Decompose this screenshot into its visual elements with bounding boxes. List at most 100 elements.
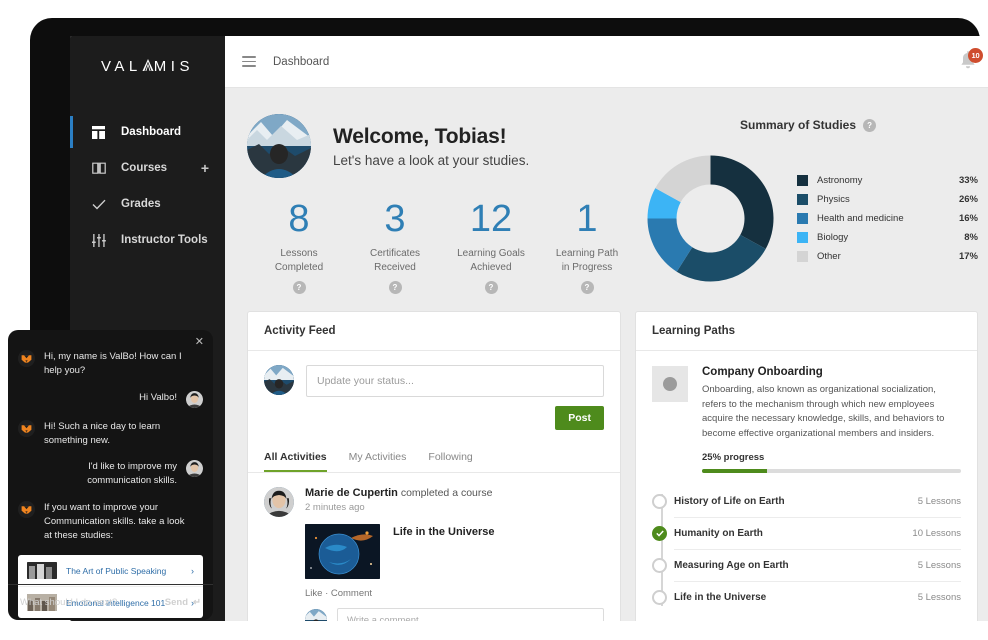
donut-slice[interactable] [676,234,766,282]
breadcrumb: Dashboard [273,55,330,68]
chat-message-text: Hi! Such a nice day to learn something n… [44,420,161,446]
tab-my-activities[interactable]: My Activities [349,442,407,472]
post-timestamp: 2 minutes ago [305,502,365,513]
donut-slice[interactable] [710,155,774,249]
legend-item: Biology 8% [797,228,978,247]
notifications-button[interactable]: 10 [958,47,983,74]
learning-paths-card: Learning Paths Company Onboarding Onboar… [635,311,978,621]
chat-message-bot: Hi! Such a nice day to learn something n… [18,419,203,449]
legend-value: 16% [958,213,978,224]
chat-suggestion-item[interactable]: The Art of Public Speaking › [18,555,203,586]
learning-path-step[interactable]: Humanity on Earth 10 Lessons [652,518,961,550]
close-icon[interactable]: ✕ [195,337,204,348]
stat-value: 12 [469,198,513,240]
stat-learning-path-in-progress: 1 Learning Path in Progress ? [539,200,635,295]
chat-message-bot: Hi, my name is ValBo! How can I help you… [18,350,203,379]
help-icon[interactable]: ? [292,281,306,294]
avatar [186,460,203,477]
tab-following[interactable]: Following [428,442,472,472]
stat-label: Learning Path in Progress [539,247,635,274]
send-button[interactable]: Send ↵ [160,597,201,608]
sidebar-item-grades[interactable]: Grades [70,186,225,222]
avatar [305,609,327,621]
comment-composer: Write a comment [305,608,604,621]
legend-label: Other [817,251,841,262]
legend-value: 26% [958,194,978,205]
post-actions[interactable]: Like · Comment [305,588,604,599]
legend-value: 8% [964,232,978,243]
post-button[interactable]: Post [555,406,604,430]
app-logo: VAL MIS [70,36,225,88]
learning-path-step[interactable]: Life in the Universe 5 Lessons [652,582,961,614]
hero-left: Welcome, Tobias! Let's have a look at yo… [247,114,638,295]
add-course-button[interactable]: + [201,161,209,175]
stat-label-line2: Completed [274,261,324,273]
learning-path-step[interactable]: History of Life on Earth 5 Lessons [652,486,961,518]
sidebar-item-instructor-tools[interactable]: Instructor Tools [70,222,225,258]
legend-item: Health and medicine 16% [797,209,978,228]
legend-item: Physics 26% [797,190,978,209]
stat-value: 3 [384,198,406,240]
stat-lessons-completed: 8 Lessons Completed ? [251,200,347,295]
chat-input[interactable]: What should I do next? [20,597,160,608]
help-icon[interactable]: ? [580,281,594,294]
stats-row: 8 Lessons Completed ? 3 Certificates Rec… [247,200,638,295]
step-lessons: 5 Lessons [917,495,961,507]
hamburger-icon[interactable] [242,53,256,70]
learning-path-name: Company Onboarding [702,366,823,378]
learning-path-step[interactable]: Measuring Age on Earth 5 Lessons [652,550,961,582]
post-body: Marie de Cupertin completed a course 2 m… [305,487,604,621]
learning-path-thumbnail [652,366,688,402]
stat-label-line1: Lessons [280,248,318,259]
stat-value: 8 [288,198,310,240]
sidebar-item-label: Courses [121,162,168,174]
summary-of-studies-widget: Summary of Studies ? Astronomy 33% Physics… [638,114,978,295]
comment-input[interactable]: Write a comment [337,608,604,621]
chat-widget: ✕ Hi, my name is ValBo! How can I help y… [8,330,213,620]
status-input[interactable]: Update your status... [306,365,604,397]
book-icon [92,160,110,176]
placeholder-dot-icon [663,377,677,391]
stat-label: Lessons Completed [251,247,347,274]
learning-path-body: Company Onboarding Onboarding, also know… [636,351,977,621]
chat-input-bar: What should I do next? Send ↵ [8,584,213,620]
legend-item: Other 17% [797,247,978,266]
learning-paths-title: Learning Paths [636,312,977,351]
chat-message-user: I'd like to improve my communication ski… [18,460,203,489]
status-composer: Update your status... [248,351,620,397]
sidebar-item-dashboard[interactable]: Dashboard [70,114,225,150]
logo-text-part2: MIS [153,57,194,75]
stat-label-line2: Received [374,261,416,273]
chat-messages: Hi, my name is ValBo! How can I help you… [8,330,213,543]
tab-all-activities[interactable]: All Activities [264,442,327,472]
step-completed-check-icon [652,525,667,541]
help-icon[interactable]: ? [863,118,877,132]
legend-swatch [797,213,808,224]
step-name: History of Life on Earth [674,495,785,507]
post-meta: Marie de Cupertin completed a course [305,487,604,499]
activity-post: Marie de Cupertin completed a course 2 m… [248,473,620,621]
chat-message-text: If you want to improve your Communicatio… [44,501,185,542]
legend-label: Health and medicine [817,213,904,224]
notification-badge: 10 [968,47,983,63]
sidebar-item-courses[interactable]: Courses + [70,150,225,186]
progress-label: 25% progress [702,451,765,463]
sliders-icon [92,232,110,248]
stat-label: Learning Goals Achieved [443,247,539,274]
stat-certificates-received: 3 Certificates Received ? [347,200,443,295]
stat-label-line2: in Progress [561,261,613,273]
learning-path-steps: History of Life on Earth 5 Lessons Humanit… [652,486,961,614]
help-icon[interactable]: ? [484,281,498,294]
help-icon[interactable]: ? [388,281,402,294]
page-subtitle: Let's have a look at your studies. [333,152,530,168]
step-circle-icon [652,590,667,606]
legend-swatch [797,232,808,243]
valbo-bot-icon [18,500,35,518]
enter-arrow-icon: ↵ [193,597,201,608]
chevron-right-icon: › [191,565,194,576]
legend-label: Physics [817,194,850,205]
course-title: Life in the Universe [393,526,495,538]
sidebar-item-label: Dashboard [121,126,182,138]
post-course[interactable]: Life in the Universe [305,524,604,579]
step-circle-icon [652,493,667,509]
